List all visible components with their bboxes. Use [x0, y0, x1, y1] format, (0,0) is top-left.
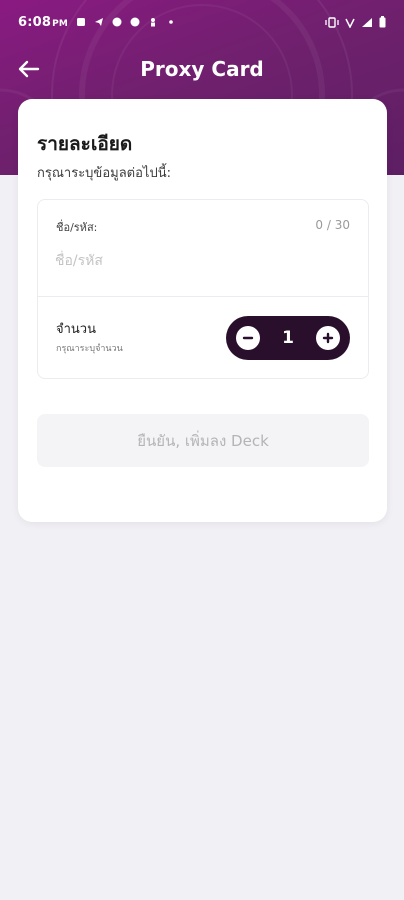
quantity-label: จำนวน: [56, 322, 96, 337]
media-icon: [130, 17, 140, 27]
quantity-stepper: 1: [226, 316, 350, 360]
quantity-value: 1: [282, 328, 294, 348]
status-bar: 6:08PM: [0, 0, 404, 44]
status-time: 6:08PM: [18, 14, 69, 30]
minus-icon: [242, 336, 254, 340]
name-field-label: ชื่อ/รหัส:: [56, 221, 98, 234]
name-char-counter: 0 / 30: [315, 218, 350, 232]
facebook-icon: [112, 17, 122, 27]
dot-icon: [169, 20, 173, 24]
battery-icon: [379, 16, 386, 28]
decrement-button[interactable]: [236, 326, 260, 350]
back-button[interactable]: [14, 54, 44, 84]
details-card: รายละเอียด กรุณาระบุข้อมูลต่อไปนี้: ชื่อ…: [18, 99, 387, 522]
form-box: ชื่อ/รหัส: 0 / 30 จำนวน กรุณาระบุจำนวน 1: [37, 199, 369, 379]
vibrate-icon: [325, 16, 339, 28]
divider: [38, 296, 368, 297]
arrow-left-icon: [18, 60, 40, 78]
wifi-signal-icon: [345, 18, 355, 28]
confirm-add-to-deck-button[interactable]: ยืนยัน, เพิ่มลง Deck: [37, 414, 369, 467]
increment-button[interactable]: [316, 326, 340, 350]
notification-icon: [77, 18, 86, 26]
person-icon: [151, 18, 156, 27]
page-title: Proxy Card: [140, 57, 264, 81]
cell-signal-icon: [362, 17, 372, 27]
telegram-icon: [95, 18, 104, 26]
card-subtitle: กรุณาระบุข้อมูลต่อไปนี้:: [37, 166, 171, 181]
plus-icon: [322, 332, 334, 344]
quantity-hint: กรุณาระบุจำนวน: [56, 344, 123, 354]
name-input[interactable]: [55, 248, 351, 274]
nav-bar: Proxy Card: [0, 48, 404, 90]
card-title: รายละเอียด: [37, 133, 133, 155]
